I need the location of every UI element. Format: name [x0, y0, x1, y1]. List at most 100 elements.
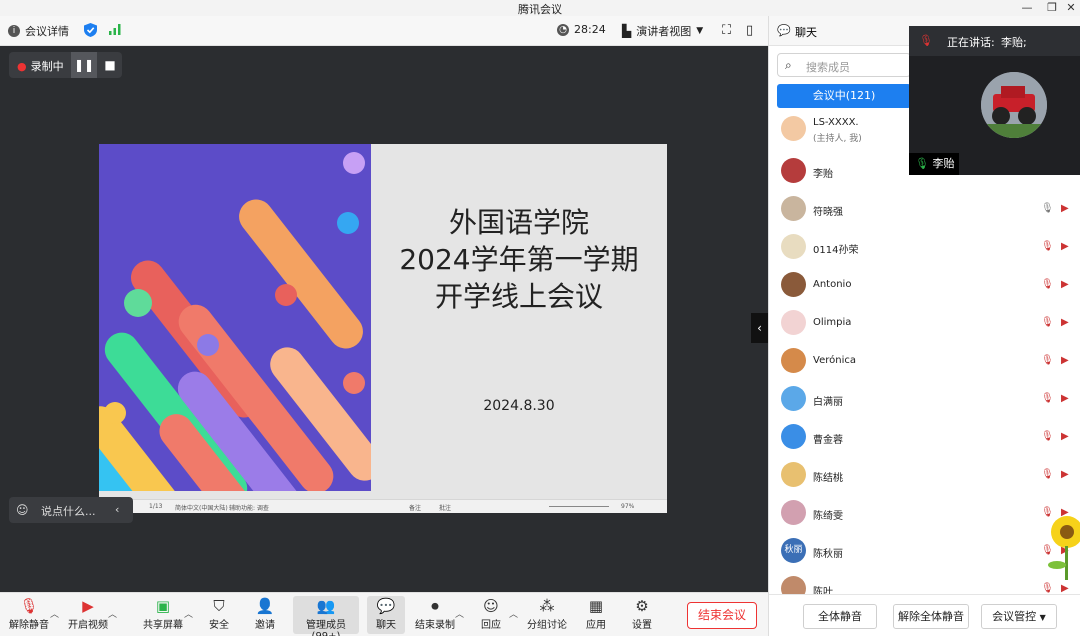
sidebar-toggle-icon[interactable]: ▯ [746, 23, 753, 38]
mic-muted-icon[interactable]: 🎙 [1041, 469, 1054, 480]
member-row[interactable]: 0114孙荣 🎙 ▶ [769, 229, 1080, 267]
tencent-meeting-window: 腾讯会议 — ❐ ✕ i 会议详情 ◔ 28:24 ▙ 演讲者视图 ▼ ⛶ ▯ … [0, 0, 1080, 636]
chat-input-bubble[interactable]: ☺ 说点什么... ‹ [9, 497, 133, 523]
apps-button[interactable]: ▦ 应用 [583, 596, 609, 634]
settings-button[interactable]: ⚙ 设置 [629, 596, 655, 634]
speaker-tag-name: 李贻 [932, 157, 955, 170]
member-row[interactable]: Olimpia 🎙 ▶ [769, 305, 1080, 343]
camera-off-icon[interactable]: ▶ [1061, 203, 1069, 214]
slide-decorative-art [99, 144, 371, 491]
stop-recording-button[interactable]: ■ [98, 52, 122, 78]
member-row[interactable]: 陈绮雯 🎙 ▶ [769, 495, 1080, 533]
invite-label: 邀请 [255, 620, 275, 631]
mic-muted-icon[interactable]: 🎙 [1041, 393, 1054, 404]
speaking-name: 李贻; [1001, 36, 1027, 49]
member-row[interactable]: Antonio 🎙 ▶ [769, 267, 1080, 305]
camera-off-icon[interactable]: ▶ [1061, 431, 1069, 442]
tab-in-meeting[interactable]: 会议中(121) [777, 84, 911, 108]
end-meeting-button[interactable]: 结束会议 [687, 602, 757, 629]
reactions-button[interactable]: ☺ 回应 [478, 596, 504, 634]
chat-tab-icon[interactable]: 💬 [777, 24, 791, 37]
panel-footer: 全体静音 解除全体静音 会议管控 ▼ [769, 594, 1080, 636]
member-row[interactable]: 陈结桃 🎙 ▶ [769, 457, 1080, 495]
chevron-up-icon[interactable]: ︿ [50, 607, 59, 620]
member-row[interactable]: 白满丽 🎙 ▶ [769, 381, 1080, 419]
member-row[interactable]: 秋丽 陈秋丽 🎙 ▶ [769, 533, 1080, 571]
chevron-up-icon[interactable]: ︿ [108, 607, 117, 620]
fullscreen-icon[interactable]: ⛶ [722, 23, 731, 38]
invite-button[interactable]: 👤 邀请 [249, 596, 281, 634]
speaker-view-label: 演讲者视图 [636, 25, 692, 38]
camera-off-icon[interactable]: ▶ [1061, 393, 1069, 404]
camera-off-icon[interactable]: ▶ [1061, 469, 1069, 480]
status-accessibility: 辅助功能: 调查 [229, 505, 269, 512]
mic-muted-icon[interactable]: 🎙 [1041, 203, 1054, 214]
camera-off-icon[interactable]: ▶ [1061, 583, 1069, 594]
camera-off-icon[interactable]: ▶ [1061, 279, 1069, 290]
meeting-controls-button[interactable]: 会议管控 ▼ [981, 604, 1057, 629]
member-name: 李贻 [813, 169, 833, 180]
mute-all-button[interactable]: 全体静音 [803, 604, 877, 629]
chevron-up-icon[interactable]: ︿ [455, 607, 464, 620]
member-avatar [781, 196, 806, 221]
ppt-status-bar: 1/13 简体中文(中国大陆) 辅助功能: 调查 备注 批注 97% [99, 499, 667, 513]
meeting-details-button[interactable]: i 会议详情 [8, 23, 69, 39]
member-name: 0114孙荣 [813, 245, 859, 256]
member-name: LS-XXXX. [813, 117, 859, 128]
minimize-icon[interactable]: — [1018, 1, 1036, 15]
tab-chat[interactable]: 聊天 [795, 24, 817, 40]
share-screen-button[interactable]: ▣ 共享屏幕 [141, 596, 185, 634]
collapse-panel-button[interactable]: ‹ [751, 313, 768, 343]
chevron-up-icon[interactable]: ︿ [509, 607, 518, 620]
pause-recording-button[interactable]: ❚❚ [71, 52, 97, 78]
mic-muted-icon[interactable]: 🎙 [1041, 241, 1054, 252]
member-avatar [781, 424, 806, 449]
shield-icon: ⛉ [213, 597, 225, 615]
member-row[interactable]: 符晓强 🎙 ▶ [769, 191, 1080, 229]
security-button[interactable]: ⛉ 安全 [203, 596, 235, 634]
end-recording-button[interactable]: ⏺ 结束录制 [414, 596, 456, 634]
chevron-left-icon[interactable]: ‹ [115, 503, 119, 516]
camera-off-icon[interactable]: ▶ [1061, 241, 1069, 252]
member-row[interactable]: 曹金蓉 🎙 ▶ [769, 419, 1080, 457]
member-search-input[interactable]: ⌕ 搜索成员 [777, 53, 911, 77]
slide-title-line2: 2024学年第一学期 [399, 243, 639, 276]
speaker-avatar [981, 72, 1047, 138]
member-avatar [781, 386, 806, 411]
close-icon[interactable]: ✕ [1062, 1, 1080, 15]
layout-icon: ▙ [622, 24, 632, 38]
member-row[interactable]: Verónica 🎙 ▶ [769, 343, 1080, 381]
mic-muted-icon[interactable]: 🎙 [1041, 431, 1054, 442]
mic-muted-icon: 🎙 [19, 597, 39, 615]
breakout-rooms-button[interactable]: ⁂ 分组讨论 [526, 596, 568, 634]
reaction-icon: ☺ [483, 597, 499, 615]
controls-label: 会议管控 [992, 610, 1037, 623]
emoji-icon[interactable]: ☺ [16, 503, 29, 517]
restore-icon[interactable]: ❐ [1043, 1, 1061, 15]
timer-value: 28:24 [574, 23, 606, 36]
members-label: 管理成员(99+) [306, 620, 346, 636]
manage-members-button[interactable]: 👥 管理成员(99+) [293, 596, 359, 636]
speaker-view-button[interactable]: ▙ 演讲者视图 ▼ [622, 23, 703, 39]
mic-muted-icon[interactable]: 🎙 [1041, 317, 1054, 328]
chat-button[interactable]: 💬 聊天 [367, 596, 405, 634]
camera-off-icon[interactable]: ▶ [1061, 355, 1069, 366]
unmute-all-button[interactable]: 解除全体静音 [893, 604, 969, 629]
mic-muted-icon[interactable]: 🎙 [1041, 355, 1054, 366]
camera-off-icon[interactable]: ▶ [1061, 317, 1069, 328]
mic-icon: 🎙 [915, 157, 929, 170]
security-shield-icon[interactable] [84, 23, 97, 37]
member-role: (主持人, 我) [813, 134, 862, 144]
member-avatar [781, 272, 806, 297]
mic-muted-icon[interactable]: 🎙 [1041, 279, 1054, 290]
member-name: 陈秋丽 [813, 549, 843, 560]
members-icon: 👥 [316, 597, 336, 615]
status-language: 简体中文(中国大陆) [175, 505, 228, 512]
start-video-button[interactable]: ▶ 开启视频 [66, 596, 110, 634]
chevron-down-icon: ▼ [696, 26, 704, 36]
mic-muted-icon[interactable]: 🎙 [1041, 583, 1054, 594]
chevron-up-icon[interactable]: ︿ [184, 607, 193, 620]
member-name: 陈绮雯 [813, 511, 843, 522]
search-placeholder: 搜索成员 [806, 61, 850, 74]
unmute-button[interactable]: 🎙 解除静音 [8, 596, 50, 634]
